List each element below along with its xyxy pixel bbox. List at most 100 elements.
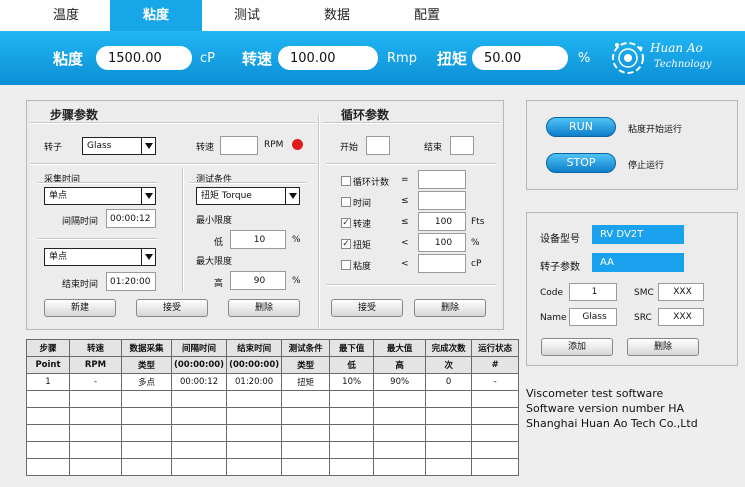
loop-viscosity-input[interactable] [418,254,466,273]
table-cell: 1 [26,373,70,391]
rotor-select[interactable]: Glass [82,137,156,155]
smc-input[interactable]: XXX [658,283,704,301]
divider [38,182,158,184]
loop-speed-op: ≤ [401,217,409,227]
col-subheader: 类型 [121,356,172,374]
col-subheader: (00:00:00) [170,356,228,374]
col-subheader: 类型 [281,356,331,374]
delete-rotor-button[interactable]: 删除 [627,338,699,356]
speed-input[interactable] [220,136,258,155]
accept-step-button[interactable]: 接受 [136,299,208,317]
speed-unit: Rmp [387,51,417,66]
col-header: 转速 [69,339,122,357]
torque-readout[interactable] [472,46,568,70]
table-cell: 00:00:12 [170,373,228,391]
loop-torque-checkbox[interactable]: ✓ [341,239,351,249]
end-time-label: 结束时间 [62,280,99,290]
tab-temperature[interactable]: 温度 [22,0,110,31]
col-subheader: 低 [329,356,375,374]
chevron-down-icon [285,188,299,204]
table-header-row: 步骤 转速 数据采集 间隔时间 结束时间 测试条件 最下值 最大值 完成次数 运… [26,339,520,357]
loop-time-input[interactable] [418,191,466,210]
table-row-empty[interactable] [26,407,520,425]
run-button[interactable]: RUN [546,117,616,137]
rotor-param-value: AA [592,253,684,272]
end-time-input[interactable]: 01:20:00 [106,272,156,291]
device-model-value: RV DV2T [592,225,684,244]
delete-loop-button[interactable]: 删除 [414,299,486,317]
chevron-down-icon [141,188,155,204]
col-header: 测试条件 [281,339,331,357]
speed-label-step: 转速 [196,143,215,153]
interval-input[interactable]: 00:00:12 [106,209,156,228]
delete-step-button[interactable]: 删除 [228,299,300,317]
loop-end-input[interactable] [450,136,474,155]
divider [326,284,496,286]
table-cell: 0 [425,373,473,391]
name-input[interactable]: Glass [569,308,617,326]
col-header: 运行状态 [471,339,520,357]
col-subheader: # [471,356,520,374]
sampling-mode-select-2[interactable]: 单点 [44,248,156,266]
loop-speed-unit: Fts [471,217,485,227]
divider [326,163,496,165]
table-row-empty[interactable] [26,424,520,442]
sampling-mode-select-1[interactable]: 单点 [44,187,156,205]
viscosity-readout[interactable] [96,46,192,70]
loop-count-checkbox[interactable] [341,176,351,186]
table-row-empty[interactable] [26,441,520,459]
table-row-empty[interactable] [26,390,520,408]
table-cell: 01:20:00 [226,373,283,391]
chevron-down-icon [141,138,155,154]
loop-count-label: 循环计数 [353,178,390,188]
src-label: SRC [634,313,652,323]
loop-time-checkbox[interactable] [341,197,351,207]
col-header: 完成次数 [425,339,473,357]
stop-button[interactable]: STOP [546,153,616,173]
max-high-label: 高 [214,279,224,289]
min-limit-label: 最小限度 [196,216,233,226]
loop-count-input[interactable] [418,170,466,189]
table-row-empty[interactable] [26,458,520,476]
tab-test[interactable]: 测试 [202,0,292,31]
accept-loop-button[interactable]: 接受 [331,299,403,317]
col-header: 最大值 [373,339,427,357]
logo-text-line2: Technology [654,59,712,70]
col-subheader: 次 [425,356,473,374]
table-row[interactable]: 1 - 多点 00:00:12 01:20:00 扭矩 10% 90% 0 - [26,373,520,391]
table-cell: 90% [373,373,427,391]
name-label: Name [540,313,567,323]
steps-table: 步骤 转速 数据采集 间隔时间 结束时间 测试条件 最下值 最大值 完成次数 运… [26,339,520,476]
test-condition-select[interactable]: 扭矩 Torque [196,187,300,205]
loop-time-label: 时间 [353,199,372,209]
code-input[interactable]: 1 [569,283,617,301]
loop-torque-input[interactable]: 100 [418,233,466,252]
readout-header: 粘度 cP 转速 Rmp 扭矩 % Huan Ao Technology [0,31,745,85]
min-limit-input[interactable]: 10 [230,230,286,249]
interval-label: 间隔时间 [62,217,99,227]
divider [38,238,158,240]
max-limit-input[interactable]: 90 [230,271,286,290]
run-description: 粘度开始运行 [628,125,683,135]
software-name: Viscometer test software [526,387,664,400]
loop-viscosity-label: 粘度 [353,262,372,272]
loop-speed-checkbox[interactable]: ✓ [341,218,351,228]
speed-readout[interactable] [278,46,378,70]
table-cell: 扭矩 [281,373,331,391]
rotor-select-value: Glass [87,141,112,151]
loop-speed-input[interactable]: 100 [418,212,466,231]
col-header: 间隔时间 [170,339,228,357]
src-input[interactable]: XXX [658,308,704,326]
divider [322,122,500,124]
tab-data[interactable]: 数据 [292,0,382,31]
new-step-button[interactable]: 新建 [44,299,116,317]
table-cell: 多点 [121,373,172,391]
loop-viscosity-checkbox[interactable] [341,260,351,270]
add-rotor-button[interactable]: 添加 [541,338,613,356]
tab-viscosity[interactable]: 粘度 [110,0,202,31]
tab-config[interactable]: 配置 [382,0,472,31]
torque-unit: % [578,51,591,66]
loop-start-input[interactable] [366,136,390,155]
col-header: 结束时间 [226,339,283,357]
col-subheader: 高 [373,356,427,374]
